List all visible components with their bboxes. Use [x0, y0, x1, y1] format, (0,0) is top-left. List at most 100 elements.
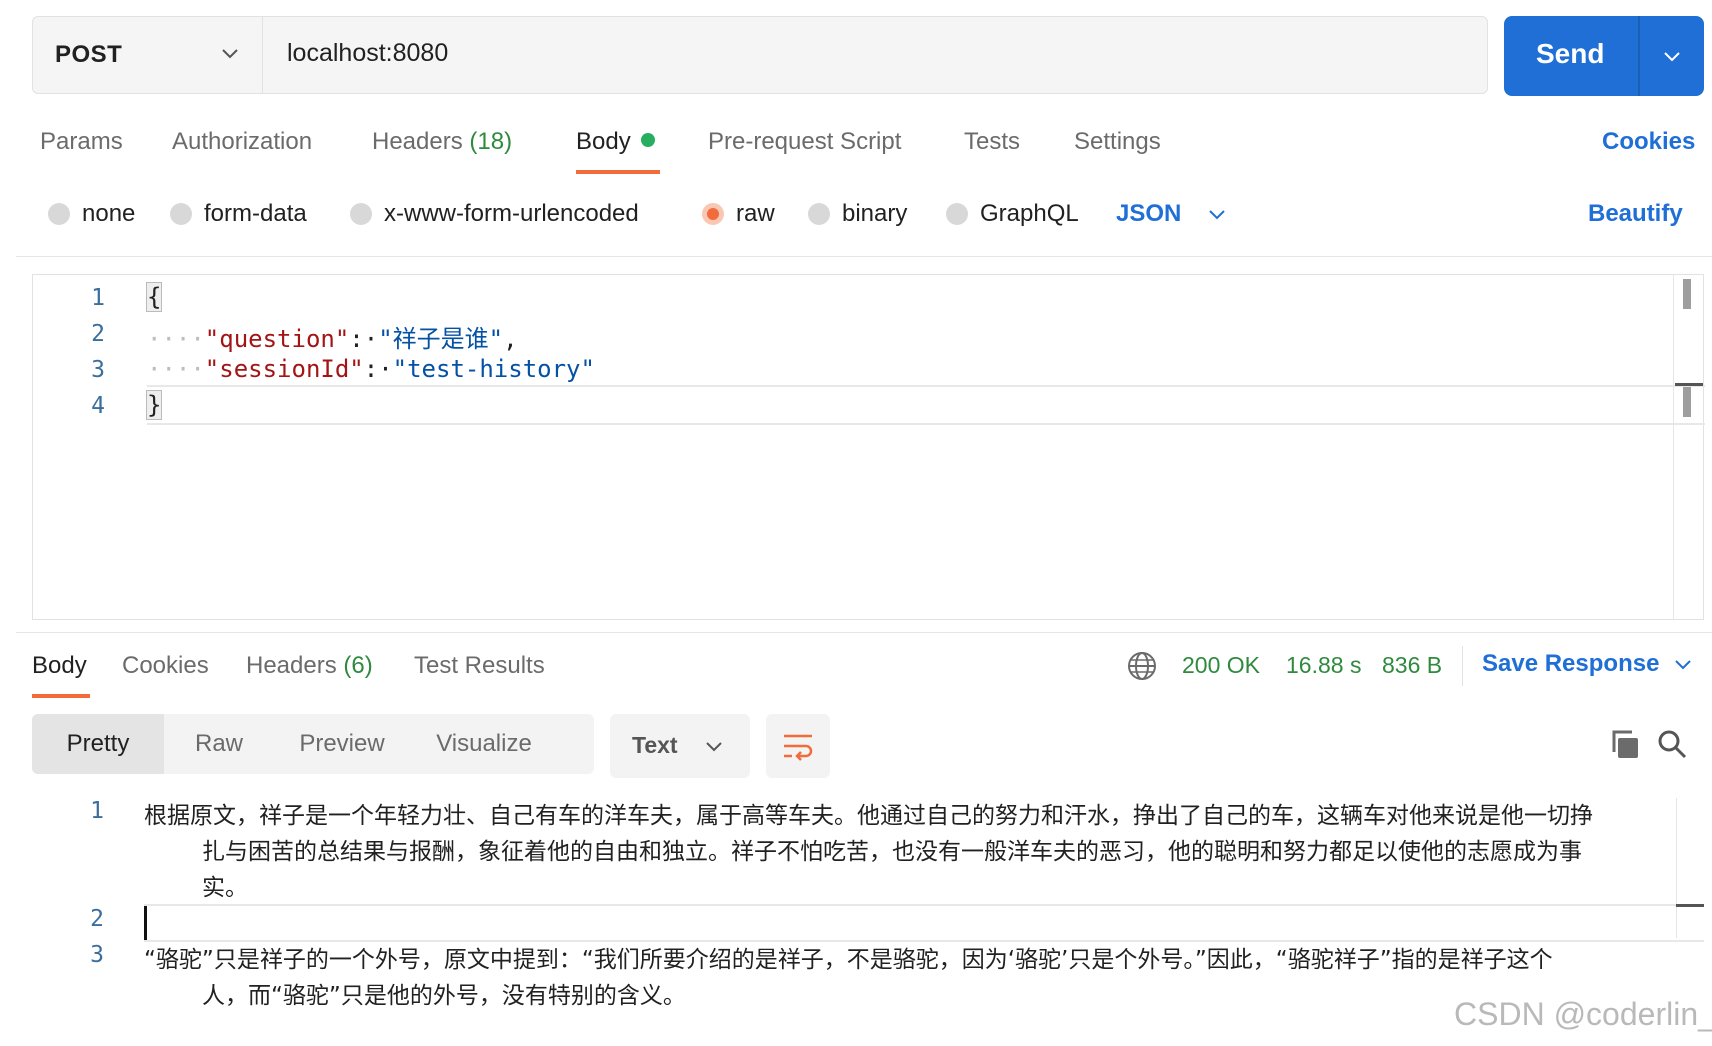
tab-headers-label: Headers — [372, 128, 463, 155]
line-number: 2 — [90, 906, 104, 932]
scrollbar-track — [1673, 275, 1674, 619]
view-preview-button[interactable]: Preview — [274, 714, 410, 774]
globe-icon[interactable] — [1126, 650, 1158, 682]
radio-none-label: none — [82, 200, 136, 227]
chevron-down-icon — [706, 742, 722, 752]
method-label: POST — [55, 41, 123, 68]
active-tab-indicator — [32, 694, 90, 698]
view-pretty-button[interactable]: Pretty — [32, 714, 164, 774]
response-tab-test-results[interactable]: Test Results — [414, 652, 545, 680]
response-tab-headers-label: Headers — [246, 652, 337, 679]
search-icon[interactable] — [1656, 728, 1688, 760]
scrollbar-thumb[interactable] — [1683, 387, 1691, 417]
scroll-marker — [1676, 904, 1704, 907]
chevron-down-icon — [1209, 210, 1226, 220]
tab-headers[interactable]: Headers (18) — [372, 128, 512, 156]
wrap-text-icon — [784, 734, 813, 761]
headers-count: (18) — [469, 128, 513, 155]
url-input[interactable]: localhost:8080 — [262, 16, 1488, 94]
response-tab-cookies[interactable]: Cookies — [122, 652, 209, 680]
send-button[interactable]: Send — [1504, 16, 1704, 96]
active-tab-indicator — [576, 170, 660, 174]
headers-count: (6) — [343, 652, 373, 679]
tab-params[interactable]: Params — [40, 128, 123, 156]
copy-icon[interactable] — [1608, 728, 1640, 760]
radio-urlencoded[interactable]: x-www-form-urlencoded — [350, 200, 639, 228]
divider — [1462, 646, 1463, 686]
response-line-3a: “骆驼”只是祥子的一个外号，原文中提到：“我们所要介绍的是祥子，不是骆驼，因为‘… — [144, 947, 1553, 973]
open-brace: { — [145, 282, 163, 312]
line-number: 1 — [91, 285, 105, 311]
divider — [16, 256, 1712, 257]
method-select[interactable]: POST — [32, 16, 262, 94]
current-line-highlight — [144, 904, 1704, 942]
radio-form-data-label: form-data — [204, 200, 307, 227]
body-format-label: JSON — [1116, 200, 1182, 227]
url-text: localhost:8080 — [287, 39, 449, 67]
radio-raw[interactable]: raw — [702, 200, 775, 228]
tab-pre-request-script[interactable]: Pre-request Script — [708, 128, 901, 156]
radio-raw-label: raw — [736, 200, 775, 227]
radio-circle — [48, 203, 70, 225]
radio-circle — [946, 203, 968, 225]
radio-circle-checked — [702, 203, 724, 225]
tab-settings[interactable]: Settings — [1074, 128, 1161, 156]
request-body-editor[interactable]: 1 2 3 4 { ····"question":·"祥子是谁", ····"s… — [32, 274, 1705, 620]
json-key: "sessionId" — [204, 355, 364, 383]
beautify-link[interactable]: Beautify — [1588, 200, 1683, 228]
radio-graphql[interactable]: GraphQL — [946, 200, 1079, 228]
send-divider — [1638, 16, 1640, 96]
scroll-marker — [1675, 383, 1703, 386]
response-tab-body[interactable]: Body — [32, 652, 87, 680]
cookies-link[interactable]: Cookies — [1602, 128, 1695, 156]
watermark: CSDN @coderlin_ — [1454, 996, 1712, 1032]
json-key: "question" — [204, 325, 350, 353]
indent-dots: ···· — [147, 325, 205, 353]
response-line-1a: 根据原文，祥子是一个年轻力壮、自己有车的洋车夫，属于高等车夫。他通过自己的努力和… — [144, 803, 1593, 829]
line-number: 2 — [91, 321, 105, 347]
close-brace: } — [145, 390, 163, 420]
code-line-2: ····"question":·"祥子是谁", — [147, 325, 518, 353]
save-response-label: Save Response — [1482, 650, 1660, 677]
line-number: 4 — [91, 393, 105, 419]
tab-authorization[interactable]: Authorization — [172, 128, 312, 156]
radio-binary[interactable]: binary — [808, 200, 907, 228]
radio-circle — [350, 203, 372, 225]
chevron-down-icon — [222, 49, 238, 59]
response-format-select[interactable]: Text — [610, 714, 750, 778]
json-value: "test-history" — [392, 355, 595, 383]
radio-circle — [808, 203, 830, 225]
chevron-down-icon — [1675, 660, 1692, 670]
save-response-button[interactable]: Save Response — [1482, 650, 1693, 678]
current-line-highlight — [147, 385, 1705, 425]
indent-dots: ···· — [147, 355, 205, 383]
view-raw-button[interactable]: Raw — [164, 714, 274, 774]
tab-body[interactable]: Body — [576, 128, 655, 156]
radio-binary-label: binary — [842, 200, 908, 227]
body-format-select[interactable]: JSON — [1116, 200, 1227, 228]
response-time[interactable]: 16.88 s — [1286, 652, 1361, 679]
line-number: 3 — [91, 357, 105, 383]
scrollbar-track — [1676, 798, 1677, 938]
status-code[interactable]: 200 OK — [1182, 652, 1260, 679]
text-cursor — [144, 906, 147, 940]
json-value: "祥子是谁" — [378, 325, 504, 353]
body-modified-dot — [640, 133, 655, 147]
response-size[interactable]: 836 B — [1382, 652, 1442, 679]
response-line-3b: 人，而“骆驼”只是他的外号，没有特别的含义。 — [202, 983, 686, 1009]
response-tab-headers[interactable]: Headers (6) — [246, 652, 373, 680]
radio-urlencoded-label: x-www-form-urlencoded — [384, 200, 639, 227]
response-line-1b: 扎与困苦的总结果与报酬，象征着他的自由和独立。祥子不怕吃苦，也没有一般洋车夫的恶… — [202, 839, 1582, 865]
code-line-3: ····"sessionId":·"test-history" — [147, 355, 595, 383]
send-label: Send — [1536, 38, 1605, 69]
tab-tests[interactable]: Tests — [964, 128, 1020, 156]
view-visualize-button[interactable]: Visualize — [410, 714, 558, 774]
chevron-down-icon[interactable] — [1662, 46, 1682, 66]
scrollbar-thumb[interactable] — [1683, 279, 1691, 309]
radio-none[interactable]: none — [48, 200, 135, 228]
radio-circle — [170, 203, 192, 225]
radio-form-data[interactable]: form-data — [170, 200, 307, 228]
divider — [16, 632, 1712, 633]
wrap-lines-button[interactable] — [766, 714, 830, 778]
response-line-1c: 实。 — [202, 875, 248, 901]
